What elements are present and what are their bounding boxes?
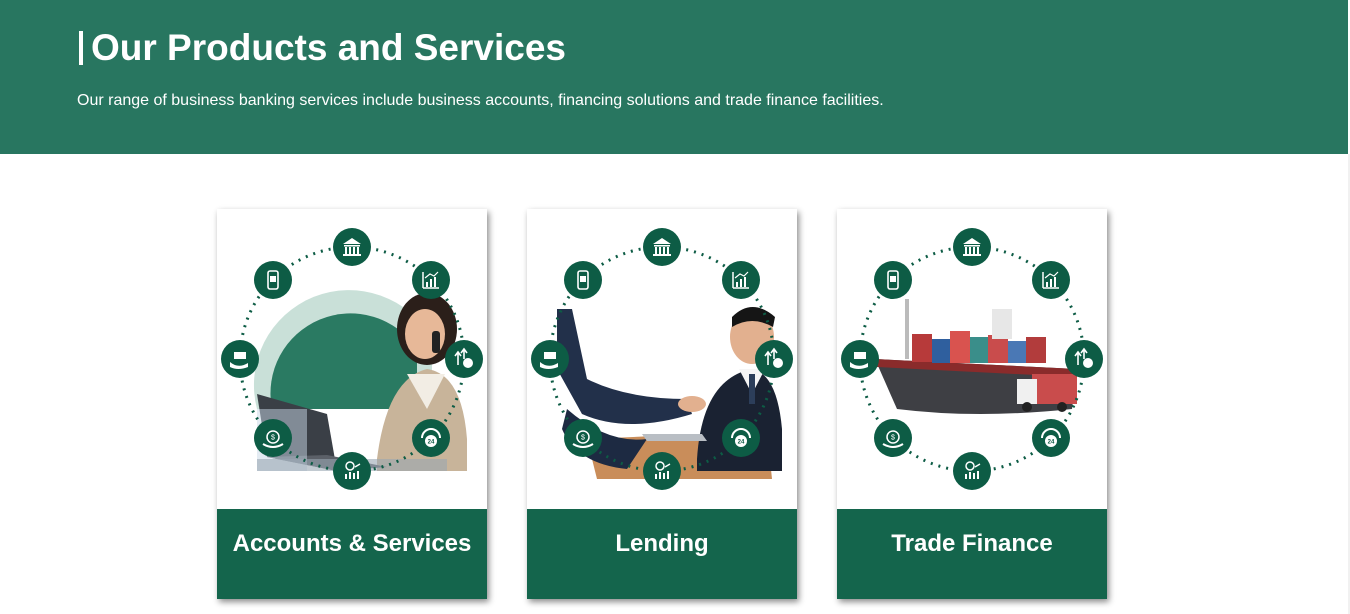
card-footer-lending: Lending (527, 509, 797, 599)
bank-icon (333, 228, 371, 266)
growth-coin-icon (1065, 340, 1103, 378)
user-chart-icon (643, 452, 681, 490)
user-chart-icon (953, 452, 991, 490)
24h-support-icon: 24 (1032, 419, 1071, 458)
money-hand-icon: $ (873, 419, 912, 458)
growth-coin-icon (445, 340, 483, 378)
24h-support-icon: 24 (722, 419, 761, 458)
card-label-accounts: Accounts & Services (232, 530, 472, 557)
mobile-icon (873, 260, 912, 299)
growth-coin-icon (755, 340, 793, 378)
page-subtitle: Our range of business banking services i… (77, 92, 884, 109)
page-title: Our Products and Services (91, 27, 567, 68)
svg-text:24: 24 (428, 440, 435, 446)
card-footer-trade: Trade Finance (837, 509, 1107, 599)
bank-icon (643, 228, 681, 266)
card-footer-accounts: Accounts & Services (217, 509, 487, 599)
money-hand-icon: $ (563, 419, 602, 458)
bank-icon (953, 228, 991, 266)
mobile-icon (253, 260, 292, 299)
cash-hand-icon (531, 340, 569, 378)
money-hand-icon: $ (253, 419, 292, 458)
svg-text:$: $ (581, 435, 585, 442)
card-label-trade: Trade Finance (891, 530, 1053, 557)
card-label-lending: Lending (615, 530, 709, 557)
mobile-icon (563, 260, 602, 299)
svg-text:24: 24 (1048, 440, 1055, 446)
title-accent-bar (79, 31, 83, 65)
svg-text:$: $ (271, 435, 275, 442)
24h-support-icon: 24 (412, 419, 451, 458)
chart-icon (722, 260, 761, 299)
svg-text:24: 24 (738, 440, 745, 446)
header-banner: Our Products and Services Our range of b… (0, 0, 1348, 154)
chart-icon (1032, 260, 1071, 299)
cash-hand-icon (221, 340, 259, 378)
chart-icon (412, 260, 451, 299)
svg-text:$: $ (891, 435, 895, 442)
cash-hand-icon (841, 340, 879, 378)
user-chart-icon (333, 452, 371, 490)
